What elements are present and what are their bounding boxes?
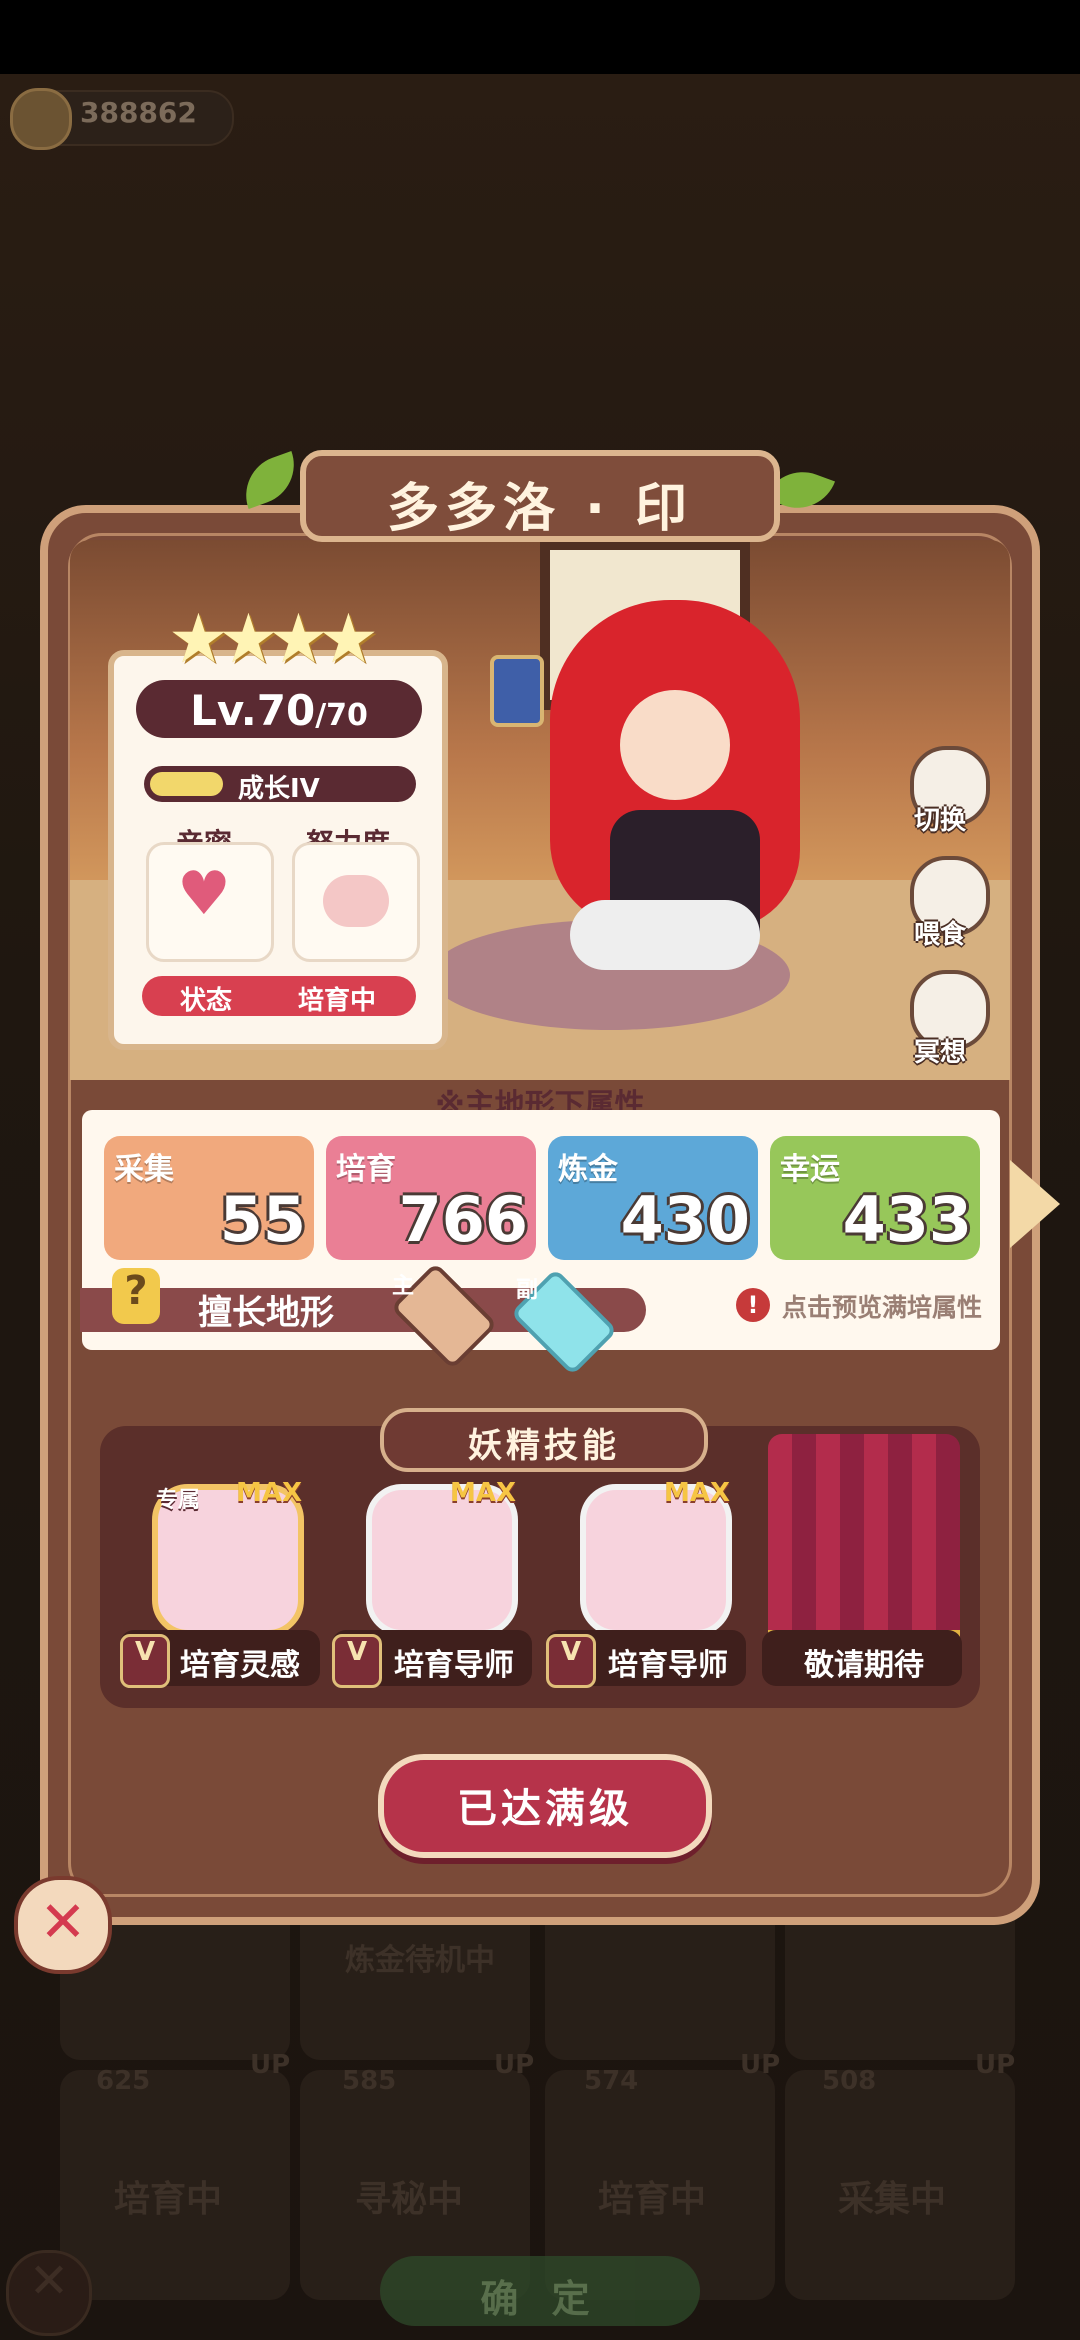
affinity-box[interactable]: ♥: [146, 842, 274, 962]
v-badge-icon: V: [546, 1634, 596, 1688]
skills-title-plate: 妖精技能: [380, 1408, 708, 1472]
stat-gather: 采集 55: [104, 1136, 314, 1260]
bg-card-status: 采集中: [838, 2179, 947, 2220]
level-bar: Lv.70/70: [136, 680, 422, 738]
terrain-label: 擅长地形: [198, 1293, 334, 1333]
bg-card-status: 炼金待机中: [345, 1943, 495, 1978]
stat-label: 采集: [114, 1152, 174, 1187]
status-bar: [0, 0, 1080, 74]
bg-up-tag: UP: [250, 2050, 291, 2080]
meditate-label[interactable]: 冥想: [914, 1032, 966, 1069]
star-icon: ★: [318, 600, 379, 679]
currency-amount: 388862: [80, 96, 197, 129]
curtain-locked-skill: [768, 1434, 960, 1640]
bg-up-tag: UP: [494, 2050, 535, 2080]
bg-card-number: 574: [584, 2066, 639, 2096]
status-pill: 状态 培育中: [142, 976, 416, 1016]
title-plate: 多多洛 · 印: [300, 450, 780, 542]
bottom-close-icon: ✕: [6, 2250, 92, 2336]
level-text: Lv.70/70: [136, 686, 422, 735]
status-value: 培育中: [298, 986, 377, 1016]
alert-icon[interactable]: !: [736, 1288, 770, 1322]
skill-name: 培育灵感: [180, 1648, 300, 1683]
game-screen: 388862 炼金待机中 培育中 625 585 574 508 UP UP U…: [0, 0, 1080, 2340]
heart-icon: ♥: [177, 859, 231, 929]
bg-card-number: 585: [342, 2066, 397, 2096]
secondary-terrain-tag: 副: [516, 1278, 539, 1303]
stat-nurture: 培育 766: [326, 1136, 536, 1260]
skills-title: 妖精技能: [468, 1426, 620, 1466]
skill-name: 培育导师: [394, 1648, 514, 1683]
effort-box[interactable]: [292, 842, 420, 962]
max-tag: MAX: [236, 1478, 303, 1508]
character-dress: [570, 900, 760, 970]
confirm-button: 确 定: [380, 2256, 700, 2326]
bg-up-tag: UP: [975, 2050, 1016, 2080]
feed-label[interactable]: 喂食: [914, 914, 966, 951]
growth-label: 成长IV: [238, 774, 320, 802]
level-max: /70: [315, 698, 368, 733]
question-icon[interactable]: ?: [112, 1268, 160, 1324]
maxed-level-button[interactable]: 已达满级: [378, 1754, 712, 1858]
bg-card-number: 508: [822, 2066, 877, 2096]
bg-card-status: 培育中: [114, 2179, 223, 2220]
switch-label[interactable]: 切换: [914, 800, 966, 837]
confirm-label: 确 定: [480, 2277, 600, 2321]
maxed-level-label: 已达满级: [457, 1786, 633, 1832]
stat-value: 433: [842, 1183, 972, 1256]
stat-luck: 幸运 433: [770, 1136, 980, 1260]
primary-terrain-tag: 主: [392, 1274, 415, 1299]
coin-icon: [10, 88, 72, 150]
stat-value: 55: [219, 1183, 306, 1256]
character-face: [620, 690, 730, 800]
stat-value: 766: [398, 1183, 528, 1256]
v-badge-icon: V: [332, 1634, 382, 1688]
character-name: 多多洛 · 印: [387, 479, 693, 539]
bg-card-status: 培育中: [598, 2179, 707, 2220]
close-icon: ✕: [39, 1890, 87, 1955]
growth-bar: 成长IV: [144, 766, 416, 802]
level-value: Lv.70: [190, 686, 316, 735]
growth-fill: [150, 772, 223, 796]
skill-name: 培育导师: [608, 1648, 728, 1683]
skill-name: 敬请期待: [804, 1648, 924, 1683]
next-arrow-icon[interactable]: [1010, 1160, 1060, 1248]
effort-blob-icon: [323, 875, 389, 927]
max-tag: MAX: [450, 1478, 517, 1508]
card-icon[interactable]: [490, 655, 544, 727]
status-label: 状态: [180, 986, 233, 1016]
bg-card-number: 625: [96, 2066, 151, 2096]
stat-alchemy: 炼金 430: [548, 1136, 758, 1260]
bg-card-status: 寻秘中: [355, 2179, 464, 2220]
close-button[interactable]: ✕: [14, 1876, 112, 1974]
stat-label: 炼金: [558, 1152, 618, 1187]
bg-up-tag: UP: [740, 2050, 781, 2080]
max-tag: MAX: [664, 1478, 731, 1508]
stat-value: 430: [620, 1183, 750, 1256]
stat-label: 培育: [336, 1152, 396, 1187]
preview-full-stats-link[interactable]: 点击预览满培属性: [782, 1288, 982, 1324]
v-badge-icon: V: [120, 1634, 170, 1688]
exclusive-tag: 专属: [156, 1488, 201, 1513]
stat-label: 幸运: [780, 1152, 840, 1187]
